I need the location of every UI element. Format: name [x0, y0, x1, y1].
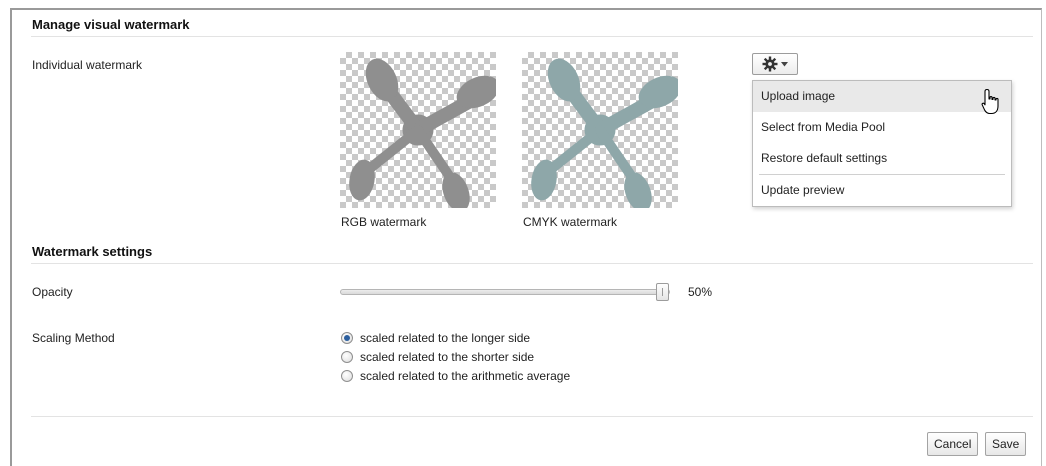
individual-watermark-label: Individual watermark: [32, 58, 143, 72]
watermark-actions-menu: Upload image Select from Media Pool Rest…: [752, 80, 1012, 207]
radio-button[interactable]: [341, 369, 353, 382]
watermark-settings-title: Watermark settings: [32, 244, 153, 259]
cmyk-watermark-caption: CMYK watermark: [523, 215, 618, 229]
scaling-method-label: Scaling Method: [32, 331, 115, 345]
rgb-watermark-image: [349, 58, 496, 208]
settings-divider: [31, 263, 1033, 264]
opacity-slider-track[interactable]: [340, 289, 670, 295]
hand-cursor-icon: [981, 88, 999, 115]
menu-item-restore-defaults[interactable]: Restore default settings: [753, 143, 1011, 174]
cancel-button[interactable]: Cancel: [927, 432, 979, 456]
scaling-option-average[interactable]: scaled related to the arithmetic average: [341, 366, 570, 385]
gear-icon: [762, 56, 778, 72]
opacity-label: Opacity: [32, 285, 73, 299]
menu-item-select-media-pool[interactable]: Select from Media Pool: [753, 112, 1011, 143]
title-divider: [31, 36, 1033, 37]
cmyk-watermark-image: [531, 58, 678, 208]
save-button[interactable]: Save: [985, 432, 1027, 456]
rgb-watermark-preview: [340, 52, 496, 208]
footer-divider: [31, 416, 1033, 417]
scaling-method-options: scaled related to the longer side scaled…: [341, 328, 570, 385]
opacity-value: 50%: [688, 285, 713, 299]
scaling-option-label: scaled related to the arithmetic average: [360, 368, 571, 383]
scaling-option-label: scaled related to the longer side: [360, 330, 531, 345]
watermark-actions-button[interactable]: [752, 53, 798, 75]
manage-watermark-title: Manage visual watermark: [32, 17, 190, 32]
rgb-watermark-caption: RGB watermark: [341, 215, 427, 229]
scaling-option-shorter[interactable]: scaled related to the shorter side: [341, 347, 570, 366]
menu-item-update-preview[interactable]: Update preview: [753, 175, 1011, 206]
scaling-option-label: scaled related to the shorter side: [360, 349, 535, 364]
caret-down-icon: [781, 61, 788, 66]
radio-button-checked[interactable]: [341, 331, 353, 344]
cmyk-watermark-preview: [522, 52, 678, 208]
scaling-option-longer[interactable]: scaled related to the longer side: [341, 328, 570, 347]
radio-button[interactable]: [341, 350, 353, 363]
opacity-slider-handle[interactable]: [656, 283, 669, 301]
menu-item-upload-image[interactable]: Upload image: [753, 81, 1011, 112]
